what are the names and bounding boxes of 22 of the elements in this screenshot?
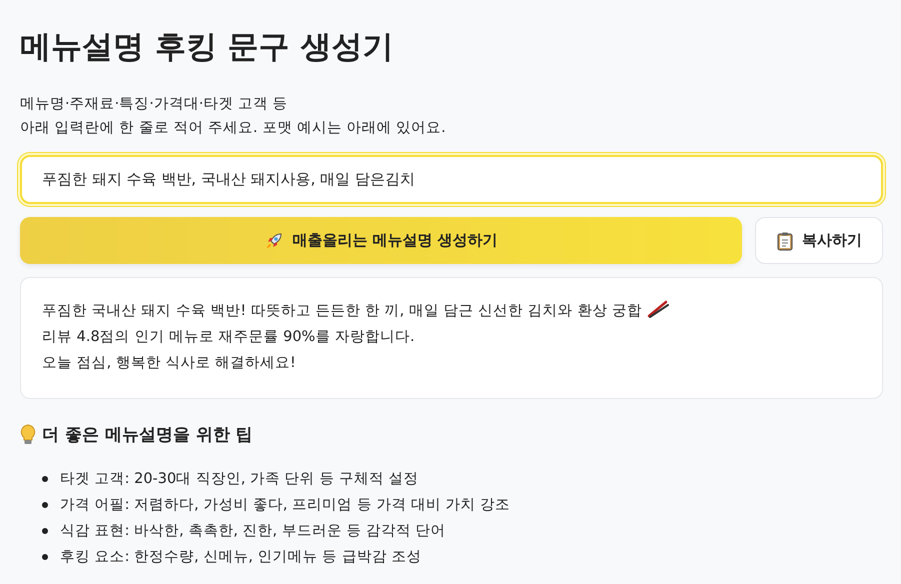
result-text: 푸짐한 국내산 돼지 수육 백반! 따뜻하고 든든한 한 끼, 매일 담근 신선한 김치와 환상 궁합 — [42, 298, 861, 324]
bullet-icon — [42, 554, 48, 560]
tip-text: 타겟 고객: 20-30대 직장인, 가족 단위 등 구체적 설정 — [60, 470, 419, 489]
clipboard-icon — [776, 230, 794, 250]
instruction-text: 메뉴명·주재료·특징·가격대·타겟 고객 등 — [20, 95, 289, 114]
tip-text: 식감 표현: 바삭한, 촉촉한, 진한, 부드러운 등 감각적 단어 — [60, 522, 446, 541]
menu-input-field[interactable]: 푸짐한 돼지 수육 백반, 국내산 돼지사용, 매일 담은김치 — [20, 155, 883, 204]
bullet-icon — [42, 528, 48, 534]
copy-button[interactable]: 복사하기 — [755, 217, 883, 264]
result-text: 리뷰 4.8점의 인기 메뉴로 재주문률 90%를 자랑합니다. — [42, 328, 416, 347]
bullet-icon — [42, 502, 48, 508]
generate-button[interactable]: 매출올리는 메뉴설명 생성하기 — [20, 217, 742, 264]
lightbulb-icon — [20, 424, 36, 446]
result-text: 오늘 점심, 행복한 식사로 해결하세요! — [42, 354, 297, 373]
instruction-text: 아래 입력란에 한 줄로 적어 주세요. 포맷 예시는 아래에 있어요. — [20, 119, 447, 138]
page-title: 메뉴설명 후킹 문구 생성기 — [20, 28, 394, 67]
tip-text: 가격 어필: 저렴하다, 가성비 좋다, 프리미엄 등 가격 대비 가치 강조 — [60, 496, 510, 515]
tip-text: 후킹 요소: 한정수량, 신메뉴, 인기메뉴 등 급박감 조성 — [60, 548, 422, 567]
chopsticks-icon — [646, 300, 669, 318]
tips-heading: 더 좋은 메뉴설명을 위한 팁 — [42, 424, 253, 446]
bullet-icon — [42, 476, 48, 482]
rocket-icon — [264, 230, 284, 250]
